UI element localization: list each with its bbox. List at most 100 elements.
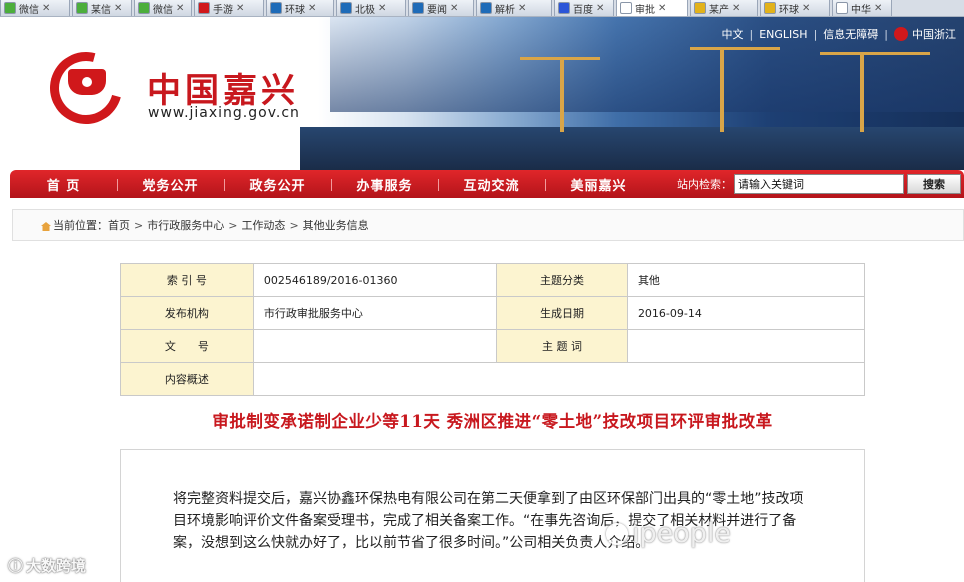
search-button[interactable]: 搜索 [907, 174, 961, 194]
zhejiang-emblem-icon [894, 27, 908, 41]
article-title: 审批制变承诺制企业少等11天 秀洲区推进“零土地”技改项目环评审批改革 [212, 412, 773, 431]
link-accessibility[interactable]: 信息无障碍 [823, 26, 878, 42]
tab-close-icon[interactable]: ✕ [236, 3, 244, 14]
breadcrumb-separator: > [134, 218, 144, 232]
browser-tab[interactable]: 某产 ✕ [690, 0, 758, 16]
site-url: www.jiaxing.gov.cn [148, 105, 300, 121]
tab-close-icon[interactable]: ✕ [518, 3, 526, 14]
tab-favicon-icon [270, 2, 282, 14]
link-chinese[interactable]: 中文 [722, 26, 744, 42]
tab-label: 要闻 [427, 4, 447, 16]
breadcrumb-item-other-info[interactable]: 其他业务信息 [303, 217, 369, 233]
browser-tab[interactable]: 手游 ✕ [194, 0, 264, 16]
nav-item-interaction[interactable]: 互动交流 [438, 175, 545, 194]
tab-favicon-icon [412, 2, 424, 14]
table-row: 发布机构 市行政审批服务中心 生成日期 2016-09-14 [120, 296, 866, 330]
tab-label: 某信 [91, 4, 111, 16]
site-header-banner: 中国嘉兴 www.jiaxing.gov.cn 中文 | ENGLISH | 信… [0, 17, 964, 170]
crane-decoration [820, 52, 930, 55]
tab-close-icon[interactable]: ✕ [114, 3, 122, 14]
tab-favicon-icon [76, 2, 88, 14]
link-english[interactable]: ENGLISH [759, 28, 807, 41]
browser-tab[interactable]: 要闻 ✕ [408, 0, 474, 16]
harbor-water [300, 127, 964, 170]
nav-item-beautiful-jiaxing[interactable]: 美丽嘉兴 [545, 175, 652, 194]
meta-value: 市行政审批服务中心 [252, 296, 498, 330]
nav-item-home[interactable]: 首 页 [10, 175, 117, 194]
meta-key: 文 号 [120, 329, 254, 363]
browser-tab[interactable]: 某信 ✕ [72, 0, 132, 16]
meta-value [252, 362, 866, 396]
meta-key: 主 题 词 [496, 329, 628, 363]
browser-tab[interactable]: 北极 ✕ [336, 0, 406, 16]
tab-close-icon[interactable]: ✕ [42, 3, 50, 14]
tab-close-icon[interactable]: ✕ [802, 3, 810, 14]
crane-decoration [520, 57, 600, 60]
meta-key: 生成日期 [496, 296, 628, 330]
watermark-left: ⓘ 大数跨境 [8, 557, 87, 575]
meta-key: 发布机构 [120, 296, 254, 330]
browser-tab[interactable]: 微信 ✕ [0, 0, 70, 16]
browser-tab[interactable]: 环球 ✕ [266, 0, 334, 16]
browser-tab[interactable]: 审批 ✕ [616, 0, 688, 16]
nav-item-government-affairs[interactable]: 政务公开 [224, 175, 331, 194]
tab-favicon-icon [764, 2, 776, 14]
document-meta-table: 索 引 号 002546189/2016-01360 主题分类 其他 发布机构 … [120, 263, 866, 396]
nav-item-services[interactable]: 办事服务 [331, 175, 438, 194]
browser-tab[interactable]: 解析 ✕ [476, 0, 552, 16]
breadcrumb: 当前位置： 首页 > 市行政服务中心 > 工作动态 > 其他业务信息 [12, 209, 964, 241]
breadcrumb-separator: > [289, 218, 299, 232]
search-label: 站内检索： [677, 178, 732, 191]
crane-decoration [860, 52, 864, 132]
tab-favicon-icon [558, 2, 570, 14]
tab-favicon-icon [836, 2, 848, 14]
tab-close-icon[interactable]: ✕ [308, 3, 316, 14]
table-row: 内容概述 [120, 362, 866, 396]
browser-tab[interactable]: 环球 ✕ [760, 0, 830, 16]
tab-close-icon[interactable]: ✕ [658, 3, 666, 14]
main-nav: 首 页 党务公开 政务公开 办事服务 互动交流 美丽嘉兴 站内检索： 搜索 [10, 170, 964, 198]
tab-close-icon[interactable]: ✕ [450, 3, 458, 14]
browser-tab[interactable]: 中华 ✕ [832, 0, 892, 16]
table-row: 文 号 主 题 词 [120, 329, 866, 363]
crane-decoration [560, 57, 564, 132]
link-divider: | [749, 27, 754, 41]
meta-value [626, 329, 866, 363]
tab-label: 环球 [285, 4, 305, 16]
tab-favicon-icon [694, 2, 706, 14]
search-input[interactable] [734, 174, 904, 194]
meta-key: 索 引 号 [120, 263, 254, 297]
crane-decoration [720, 47, 724, 132]
tab-label: 微信 [153, 4, 173, 16]
tab-favicon-icon [620, 2, 632, 14]
table-row: 索 引 号 002546189/2016-01360 主题分类 其他 [120, 263, 866, 297]
tab-label: 微信 [19, 4, 39, 16]
breadcrumb-item-home[interactable]: 首页 [108, 217, 130, 233]
link-zhejiang[interactable]: 中国浙江 [912, 26, 956, 42]
crane-decoration [690, 47, 780, 50]
tab-favicon-icon [4, 2, 16, 14]
tab-close-icon[interactable]: ✕ [732, 3, 740, 14]
watermark-logo-icon: ⓘ [8, 557, 24, 575]
tab-close-icon[interactable]: ✕ [596, 3, 604, 14]
tab-favicon-icon [480, 2, 492, 14]
article-body: 将完整资料提交后，嘉兴协鑫环保热电有限公司在第二天便拿到了由区环保部门出具的“零… [120, 449, 865, 582]
breadcrumb-item-work-news[interactable]: 工作动态 [241, 217, 285, 233]
meta-key: 主题分类 [496, 263, 628, 297]
tab-favicon-icon [340, 2, 352, 14]
breadcrumb-item-service-center[interactable]: 市行政服务中心 [147, 217, 224, 233]
tab-label: 解析 [495, 4, 515, 16]
tab-label: 环球 [779, 4, 799, 16]
link-divider: | [813, 27, 818, 41]
browser-tab[interactable]: 百度 ✕ [554, 0, 614, 16]
top-links: 中文 | ENGLISH | 信息无障碍 | 中国浙江 [722, 26, 956, 42]
tab-close-icon[interactable]: ✕ [378, 3, 386, 14]
nav-item-party-affairs[interactable]: 党务公开 [117, 175, 224, 194]
tab-close-icon[interactable]: ✕ [176, 3, 184, 14]
tab-label: 北极 [355, 4, 375, 16]
tab-favicon-icon [198, 2, 210, 14]
tab-label: 中华 [851, 4, 871, 16]
browser-tab[interactable]: 微信 ✕ [134, 0, 192, 16]
tab-close-icon[interactable]: ✕ [874, 3, 882, 14]
tab-label: 审批 [635, 4, 655, 16]
